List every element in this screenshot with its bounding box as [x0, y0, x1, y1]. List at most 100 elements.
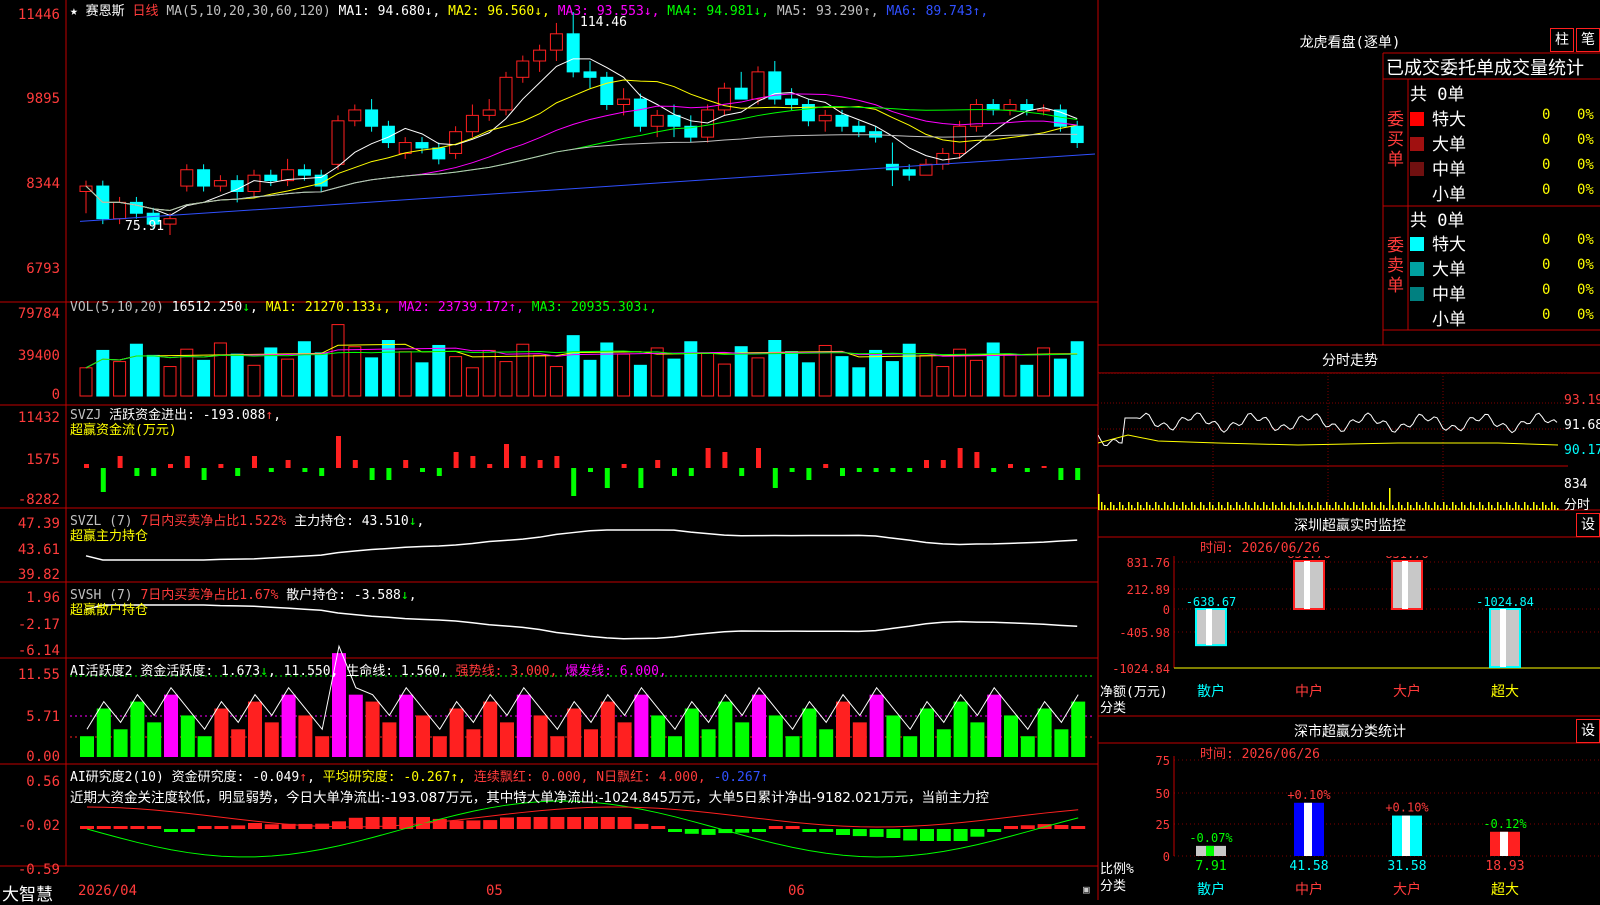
intraday-vol-bar [1218, 502, 1220, 510]
research-bar [970, 829, 985, 837]
bar-view-button[interactable]: 柱 [1550, 28, 1574, 52]
intraday-vol-bar [1308, 502, 1310, 510]
order-size-label: 中单 [1432, 285, 1466, 305]
activity-bar [399, 694, 414, 757]
ai2-text: 近期大资金关注度较低，明显弱势，今日大单净流出:-193.087万元，其中特大单… [70, 790, 989, 806]
svzj-bar [168, 464, 173, 468]
volume-bar [230, 353, 244, 397]
intraday-chart[interactable] [1098, 373, 1568, 510]
sz-monitor-value: 831.76 [1385, 556, 1428, 561]
sz-monitor-category: 中户 [1295, 683, 1323, 700]
order-value: 0 [1542, 257, 1551, 273]
color-swatch [1410, 312, 1424, 326]
volume-bar [129, 343, 143, 397]
brand-label: 大智慧 [2, 885, 53, 905]
svzl-subtitle: 超赢主力持仓 [70, 529, 149, 544]
stock-name[interactable]: 赛恩斯 [86, 4, 125, 19]
research-bar [197, 826, 212, 829]
research-bar [735, 829, 750, 833]
svzj-bar [672, 468, 677, 476]
research-bar [1054, 825, 1069, 829]
sz-monitor-settings-button[interactable]: 设 [1576, 513, 1600, 537]
activity-bar [668, 736, 682, 757]
intraday-vol-bar [1473, 505, 1475, 510]
longhu-title: 龙虎看盘(逐单) [1290, 32, 1410, 52]
intraday-vol-bar [1428, 505, 1430, 510]
svzj-bar [806, 468, 812, 480]
volume-series [79, 324, 1084, 397]
volume-bar [415, 362, 429, 397]
order-row: 小单 [1410, 305, 1466, 330]
intraday-vol-bar [1464, 505, 1466, 510]
stats-tab[interactable]: 已成交委托单成交量统计 [1386, 54, 1598, 80]
intraday-vol-bar [1518, 505, 1520, 510]
sz-stats-percent: -0.12% [1483, 817, 1527, 831]
color-swatch [1410, 162, 1424, 176]
intraday-vol-axis: 834 [1564, 477, 1588, 492]
svzj-bar [504, 444, 509, 468]
activity-bar [1037, 708, 1052, 757]
buy-count: 共 0单 [1410, 85, 1465, 105]
volume-bar [348, 346, 362, 397]
activity-bar [819, 729, 834, 757]
sz-stats-settings-button[interactable]: 设 [1576, 719, 1600, 743]
research-bar [668, 829, 682, 832]
volume-bar [1070, 341, 1084, 397]
research-bar [483, 820, 498, 829]
vol-axis-1: 79784 [17, 306, 60, 322]
sz-stats-value: 31.58 [1387, 859, 1426, 874]
intraday-vol-bar [1332, 508, 1334, 510]
svzl-axis-1: 47.39 [17, 516, 60, 532]
intraday-vol-bar [1326, 502, 1328, 510]
intraday-vol-bar [1302, 505, 1304, 510]
order-size-label: 特大 [1432, 235, 1466, 255]
candle [499, 76, 513, 111]
intraday-vol-bar [1329, 505, 1331, 510]
research-bar [684, 829, 699, 834]
price-axis-4: 6793 [26, 261, 60, 277]
intraday-vol-bar [1263, 502, 1265, 510]
period-label[interactable]: 日线 [133, 4, 159, 19]
intraday-vol-bar [1476, 508, 1478, 510]
star-icon: ★ [70, 4, 78, 19]
intraday-vol-bar [1407, 502, 1409, 510]
lock-icon[interactable]: ▣ [1083, 883, 1090, 896]
price-axis-2: 9895 [26, 91, 60, 107]
intraday-vol-bar [1389, 488, 1391, 510]
price-axis-3: 8344 [26, 176, 60, 192]
research-bar [752, 829, 766, 832]
intraday-vol-bar [1437, 505, 1439, 510]
sz-monitor-chart: 831.76 212.89 0 -405.98 -1024.84 -638.67 散户 831… [1112, 556, 1600, 700]
sz-monitor-value: -1024.84 [1476, 595, 1534, 609]
intraday-vol-bar [1257, 505, 1259, 510]
main-chart[interactable] [0, 0, 1100, 900]
sz-stats-value: 7.91 [1195, 859, 1226, 874]
intraday-vol-bar [1311, 505, 1313, 510]
volume-bar [1020, 364, 1034, 397]
order-row: 小单 [1410, 180, 1466, 205]
order-value: 0 [1542, 107, 1551, 123]
svzj-subtitle: 超赢资金流(万元) [70, 423, 177, 438]
candle [331, 120, 345, 165]
volume-bar [751, 357, 765, 397]
sz-stats-axis-tick: 0 [1163, 850, 1170, 864]
activity-bar [1071, 701, 1086, 757]
svzj-bar [840, 468, 845, 476]
intraday-vol-bar [1320, 505, 1322, 510]
svzj-bar [772, 468, 778, 488]
candle [482, 109, 496, 116]
svzj-bar [705, 448, 711, 468]
intraday-vol-bar [1362, 502, 1364, 510]
intraday-vol-bar [1371, 502, 1373, 510]
intraday-vol-bar [1479, 502, 1481, 510]
tick-view-button[interactable]: 笔 [1576, 28, 1600, 52]
svzj-bar [604, 468, 610, 488]
volume-bar [936, 366, 950, 397]
intraday-vol-bar [1215, 508, 1217, 510]
research-bar [651, 826, 666, 829]
sz-stats-percent: +0.10% [1287, 788, 1331, 802]
ai2-axis-2: -0.02 [17, 818, 60, 834]
order-row: 中单 [1410, 280, 1466, 305]
intraday-vol-bar [1539, 508, 1541, 510]
intraday-vol-bar [1161, 508, 1163, 510]
